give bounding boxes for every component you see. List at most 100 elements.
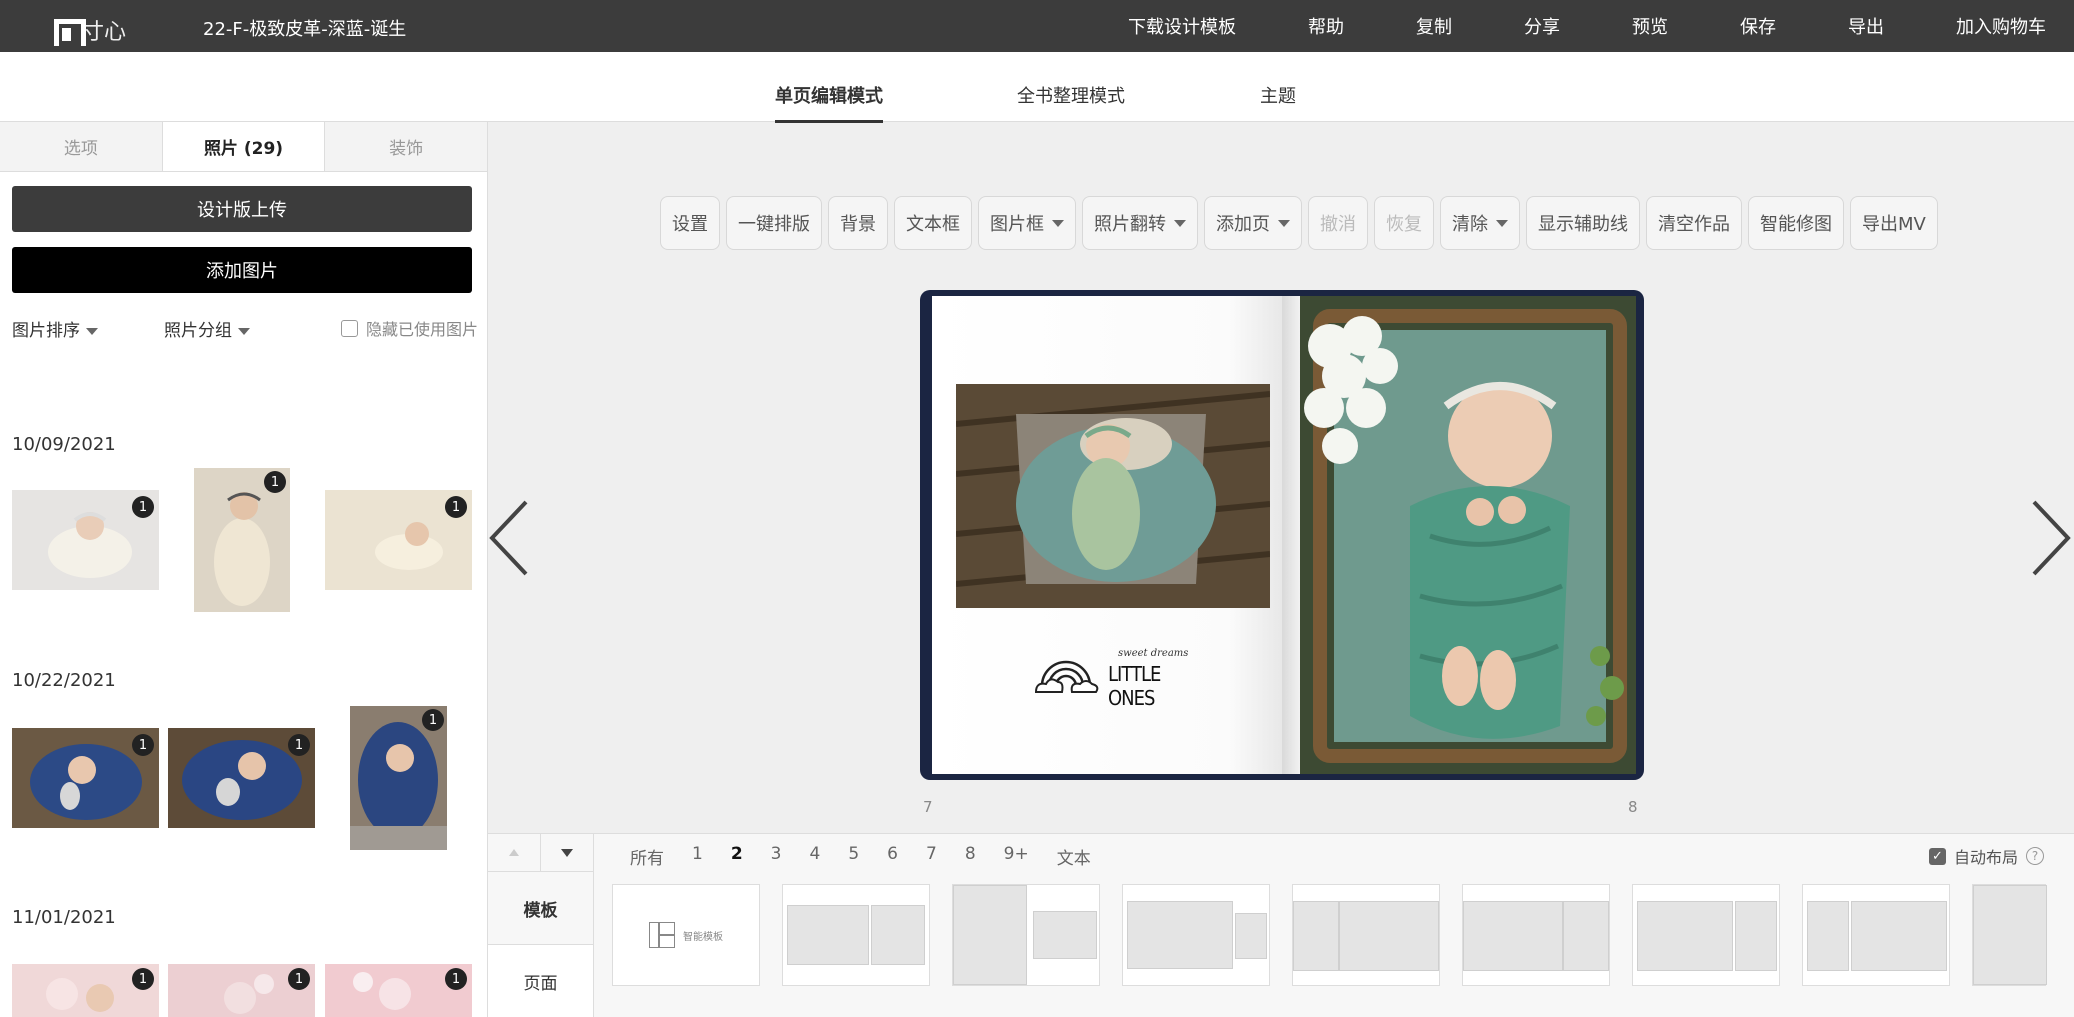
book-spread: sweet dreams LITTLE ONES bbox=[920, 290, 1644, 780]
sort-dropdown[interactable]: 图片排序 bbox=[12, 316, 98, 341]
tool-label: 恢复 bbox=[1386, 214, 1422, 235]
undo-button[interactable]: 撤消 bbox=[1308, 196, 1368, 250]
right-page[interactable] bbox=[1300, 296, 1636, 774]
photo-flip-dropdown[interactable]: 照片翻转 bbox=[1082, 196, 1198, 250]
mode-bar: 单页编辑模式 全书整理模式 主题 bbox=[0, 52, 2074, 123]
smart-template[interactable]: 智能模板 bbox=[612, 884, 760, 986]
logo-text: 寸心 bbox=[82, 20, 127, 45]
export-mv-button[interactable]: 导出MV bbox=[1850, 196, 1938, 250]
layout-template[interactable] bbox=[1462, 884, 1610, 986]
rainbow-cloud-icon bbox=[1034, 660, 1099, 693]
photo-thumbnail[interactable]: 1 bbox=[12, 728, 159, 828]
redo-button[interactable]: 恢复 bbox=[1374, 196, 1434, 250]
tool-label: 撤消 bbox=[1320, 214, 1356, 235]
photo-thumbnail[interactable]: 1 bbox=[194, 468, 290, 612]
group-dropdown[interactable]: 照片分组 bbox=[164, 316, 250, 341]
left-page[interactable]: sweet dreams LITTLE ONES bbox=[932, 296, 1282, 774]
filter-all[interactable]: 所有 bbox=[630, 844, 664, 869]
photo-thumbnail[interactable]: 1 bbox=[12, 490, 159, 590]
auto-layout-toggle[interactable]: ✓ 自动布局 ? bbox=[1928, 844, 2044, 868]
download-template-link[interactable]: 下载设计模板 bbox=[1128, 13, 1236, 39]
filter-text[interactable]: 文本 bbox=[1057, 844, 1091, 869]
usage-count-badge: 1 bbox=[132, 968, 154, 990]
left-page-number: 7 bbox=[923, 798, 933, 816]
design-upload-button[interactable]: 设计版上传 bbox=[12, 186, 472, 232]
tab-pages[interactable]: 页面 bbox=[488, 945, 593, 1017]
tab-single-page-edit[interactable]: 单页编辑模式 bbox=[775, 82, 883, 123]
layout-template[interactable] bbox=[1292, 884, 1440, 986]
layout-template[interactable] bbox=[952, 884, 1100, 986]
filter-8[interactable]: 8 bbox=[965, 844, 976, 869]
layout-template[interactable] bbox=[1802, 884, 1950, 986]
auto-layout-label: 自动布局 bbox=[1953, 848, 2018, 867]
clear-dropdown[interactable]: 清除 bbox=[1440, 196, 1520, 250]
photo-thumbnail[interactable]: 1 bbox=[168, 728, 315, 828]
clear-work-button[interactable]: 清空作品 bbox=[1646, 196, 1742, 250]
layout-template[interactable] bbox=[1122, 884, 1270, 986]
settings-button[interactable]: 设置 bbox=[660, 196, 720, 250]
prev-spread-arrow[interactable] bbox=[488, 498, 530, 578]
tab-templates[interactable]: 模板 bbox=[488, 872, 593, 945]
photo-thumbnail[interactable]: 1 bbox=[12, 964, 159, 1017]
preview-link[interactable]: 预览 bbox=[1632, 13, 1668, 39]
photo-filters: 图片排序 照片分组 隐藏已使用图片 bbox=[12, 312, 478, 342]
add-photo-button[interactable]: 添加图片 bbox=[12, 247, 472, 293]
add-page-dropdown[interactable]: 添加页 bbox=[1204, 196, 1302, 250]
filter-4[interactable]: 4 bbox=[810, 844, 821, 869]
usage-count-badge: 1 bbox=[445, 496, 467, 518]
photo-frame-dropdown[interactable]: 图片框 bbox=[978, 196, 1076, 250]
panel-toggle bbox=[488, 834, 594, 872]
layout-template[interactable] bbox=[1632, 884, 1780, 986]
help-icon[interactable]: ? bbox=[2026, 847, 2044, 865]
template-block bbox=[1339, 901, 1439, 971]
caret-down-icon bbox=[238, 327, 250, 335]
text-box-button[interactable]: 文本框 bbox=[894, 196, 972, 250]
auto-layout-button[interactable]: 一键排版 bbox=[726, 196, 822, 250]
smart-template-label: 智能模板 bbox=[683, 931, 723, 943]
show-guides-button[interactable]: 显示辅助线 bbox=[1526, 196, 1640, 250]
filter-1[interactable]: 1 bbox=[692, 844, 703, 869]
sidebar-tab-decor[interactable]: 装饰 bbox=[325, 122, 487, 171]
share-link[interactable]: 分享 bbox=[1524, 13, 1560, 39]
sidebar-tab-options[interactable]: 选项 bbox=[0, 122, 163, 171]
filter-6[interactable]: 6 bbox=[887, 844, 898, 869]
filter-7[interactable]: 7 bbox=[926, 844, 937, 869]
filter-9-plus[interactable]: 9+ bbox=[1004, 844, 1029, 869]
layout-template[interactable] bbox=[1972, 884, 2047, 986]
caret-down-icon bbox=[1496, 219, 1508, 227]
smart-retouch-button[interactable]: 智能修图 bbox=[1748, 196, 1844, 250]
tab-theme[interactable]: 主题 bbox=[1260, 82, 1296, 120]
add-to-cart-link[interactable]: 加入购物车 bbox=[1956, 13, 2046, 39]
panel-up-button[interactable] bbox=[488, 834, 541, 871]
filter-3[interactable]: 3 bbox=[771, 844, 782, 869]
next-spread-arrow[interactable] bbox=[2030, 498, 2072, 578]
copy-link[interactable]: 复制 bbox=[1416, 13, 1452, 39]
tool-label: 导出MV bbox=[1862, 214, 1926, 235]
save-link[interactable]: 保存 bbox=[1740, 13, 1776, 39]
template-block bbox=[1463, 901, 1563, 971]
tab-whole-book[interactable]: 全书整理模式 bbox=[1017, 82, 1125, 120]
photo-thumbnail[interactable]: 1 bbox=[350, 706, 447, 850]
background-button[interactable]: 背景 bbox=[828, 196, 888, 250]
hide-used-checkbox[interactable] bbox=[340, 319, 358, 337]
filter-2[interactable]: 2 bbox=[731, 844, 743, 869]
checkmark-icon[interactable]: ✓ bbox=[1928, 847, 1946, 865]
sidebar-tab-photos[interactable]: 照片 (29) bbox=[162, 122, 326, 171]
usage-count-badge: 1 bbox=[422, 709, 444, 731]
photo-thumbnail[interactable]: 1 bbox=[168, 964, 315, 1017]
photo-thumbnail[interactable]: 1 bbox=[325, 490, 472, 590]
left-page-photo[interactable] bbox=[956, 384, 1270, 608]
hide-used-toggle[interactable]: 隐藏已使用图片 bbox=[340, 316, 478, 340]
layout-template[interactable] bbox=[782, 884, 930, 986]
help-link[interactable]: 帮助 bbox=[1308, 13, 1344, 39]
app-logo[interactable]: 寸心 bbox=[54, 14, 126, 46]
panel-down-button[interactable] bbox=[541, 834, 593, 871]
photo-group-date: 11/01/2021 bbox=[12, 907, 116, 928]
little-ones-stamp[interactable]: sweet dreams LITTLE ONES bbox=[1034, 644, 1204, 710]
export-link[interactable]: 导出 bbox=[1848, 13, 1884, 39]
filter-5[interactable]: 5 bbox=[848, 844, 859, 869]
sort-label: 图片排序 bbox=[12, 321, 80, 341]
template-block bbox=[1563, 901, 1609, 971]
document-title: 22-F-极致皮革-深蓝-诞生 bbox=[203, 19, 407, 40]
photo-thumbnail[interactable]: 1 bbox=[325, 964, 472, 1017]
